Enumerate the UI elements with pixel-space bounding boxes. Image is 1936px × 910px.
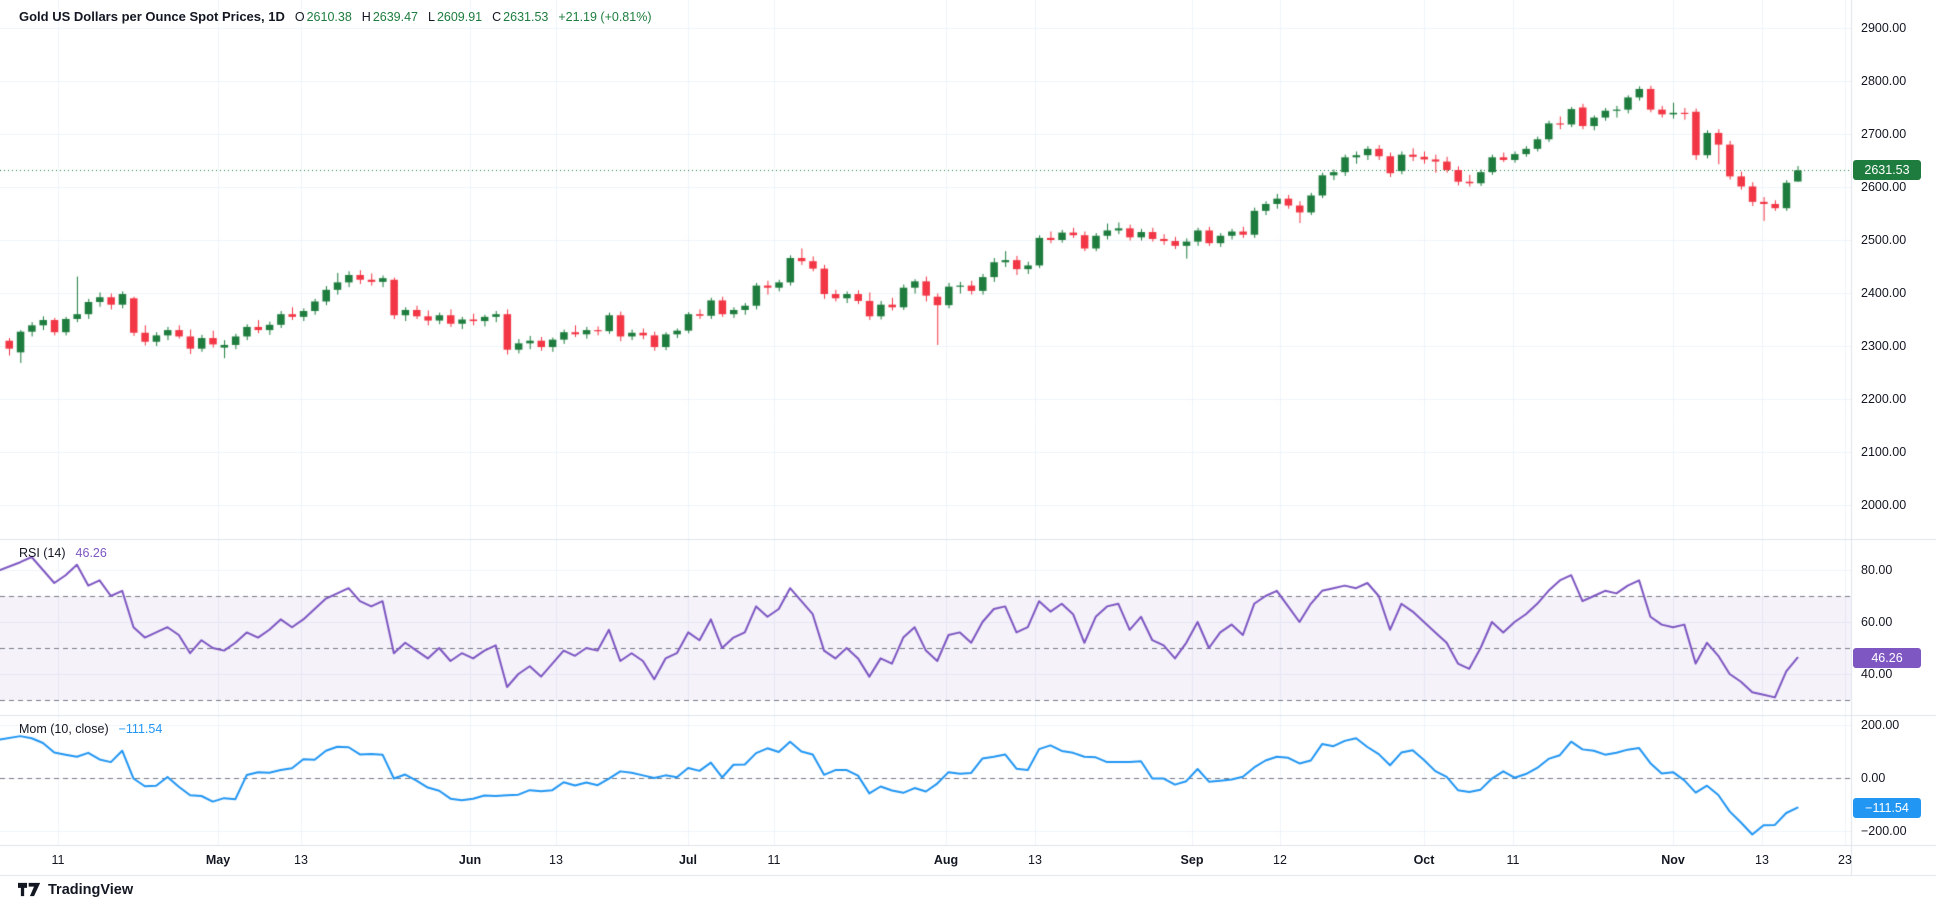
price-tick-label: 2500.00: [1861, 233, 1906, 248]
time-tick-label: Aug: [934, 853, 958, 867]
tradingview-logo-icon: [18, 881, 41, 898]
price-tick-label: 2600.00: [1861, 180, 1906, 195]
ohlc-close: C2631.53: [492, 10, 548, 24]
rsi-tick-label: 60.00: [1861, 615, 1892, 630]
tradingview-logo-text: TradingView: [48, 882, 133, 898]
time-tick-label: Sep: [1181, 853, 1204, 867]
main-legend: Gold US Dollars per Ounce Spot Prices, 1…: [19, 9, 651, 24]
price-tick-label: 2200.00: [1861, 392, 1906, 407]
price-tick-label: 2000.00: [1861, 498, 1906, 513]
mom-legend: Mom (10, close) −111.54: [19, 722, 162, 736]
price-tick-label: 2700.00: [1861, 127, 1906, 142]
time-tick-label: 13: [549, 853, 563, 867]
time-tick-label: 11: [1507, 853, 1520, 867]
mom-value-badge: −111.54: [1853, 798, 1921, 818]
time-tick-label: May: [206, 853, 230, 867]
time-tick-label: 12: [1273, 853, 1287, 867]
mom-tick-label: −200.00: [1861, 824, 1907, 839]
rsi-tick-label: 80.00: [1861, 563, 1892, 578]
tradingview-chart: Gold US Dollars per Ounce Spot Prices, 1…: [0, 0, 1936, 910]
ohlc-high: H2639.47: [362, 10, 418, 24]
rsi-value-badge: 46.26: [1853, 648, 1921, 668]
change-value: +21.19 (+0.81%): [558, 10, 651, 24]
time-tick-label: 11: [52, 853, 65, 867]
price-tick-label: 2900.00: [1861, 21, 1906, 36]
time-tick-label: 13: [294, 853, 308, 867]
time-tick-label: 13: [1028, 853, 1042, 867]
time-axis[interactable]: 11 May 13 Jun 13 Jul 11 Aug 13 Sep 12 Oct 11 Nov 13 23: [0, 845, 1851, 875]
price-tick-label: 2300.00: [1861, 339, 1906, 354]
time-tick-label: 23: [1838, 853, 1852, 867]
mom-value: −111.54: [119, 722, 163, 736]
ohlc-open: O2610.38: [295, 10, 352, 24]
price-tick-label: 2100.00: [1861, 445, 1906, 460]
mom-tick-label: 200.00: [1861, 718, 1899, 733]
mom-tick-label: 0.00: [1861, 771, 1885, 786]
time-tick-label: 11: [768, 853, 781, 867]
rsi-tick-label: 40.00: [1861, 667, 1892, 682]
time-tick-label: Jul: [679, 853, 697, 867]
rsi-label: RSI (14): [19, 546, 66, 560]
time-tick-label: Oct: [1414, 853, 1435, 867]
price-axis[interactable]: 2631.53 46.26 −111.54 2900.00 2800.00 2700…: [1851, 0, 1936, 875]
chart-canvas[interactable]: [0, 0, 1936, 910]
price-tick-label: 2800.00: [1861, 74, 1906, 89]
price-tick-label: 2400.00: [1861, 286, 1906, 301]
tradingview-logo[interactable]: TradingView: [18, 881, 133, 898]
rsi-value: 46.26: [76, 546, 107, 560]
rsi-legend: RSI (14) 46.26: [19, 546, 107, 560]
mom-label: Mom (10, close): [19, 722, 109, 736]
last-price-badge: 2631.53: [1853, 160, 1921, 180]
time-tick-label: Jun: [459, 853, 481, 867]
time-tick-label: Nov: [1661, 853, 1685, 867]
symbol-title: Gold US Dollars per Ounce Spot Prices, 1…: [19, 9, 285, 24]
ohlc-low: L2609.91: [428, 10, 482, 24]
time-tick-label: 13: [1755, 853, 1769, 867]
